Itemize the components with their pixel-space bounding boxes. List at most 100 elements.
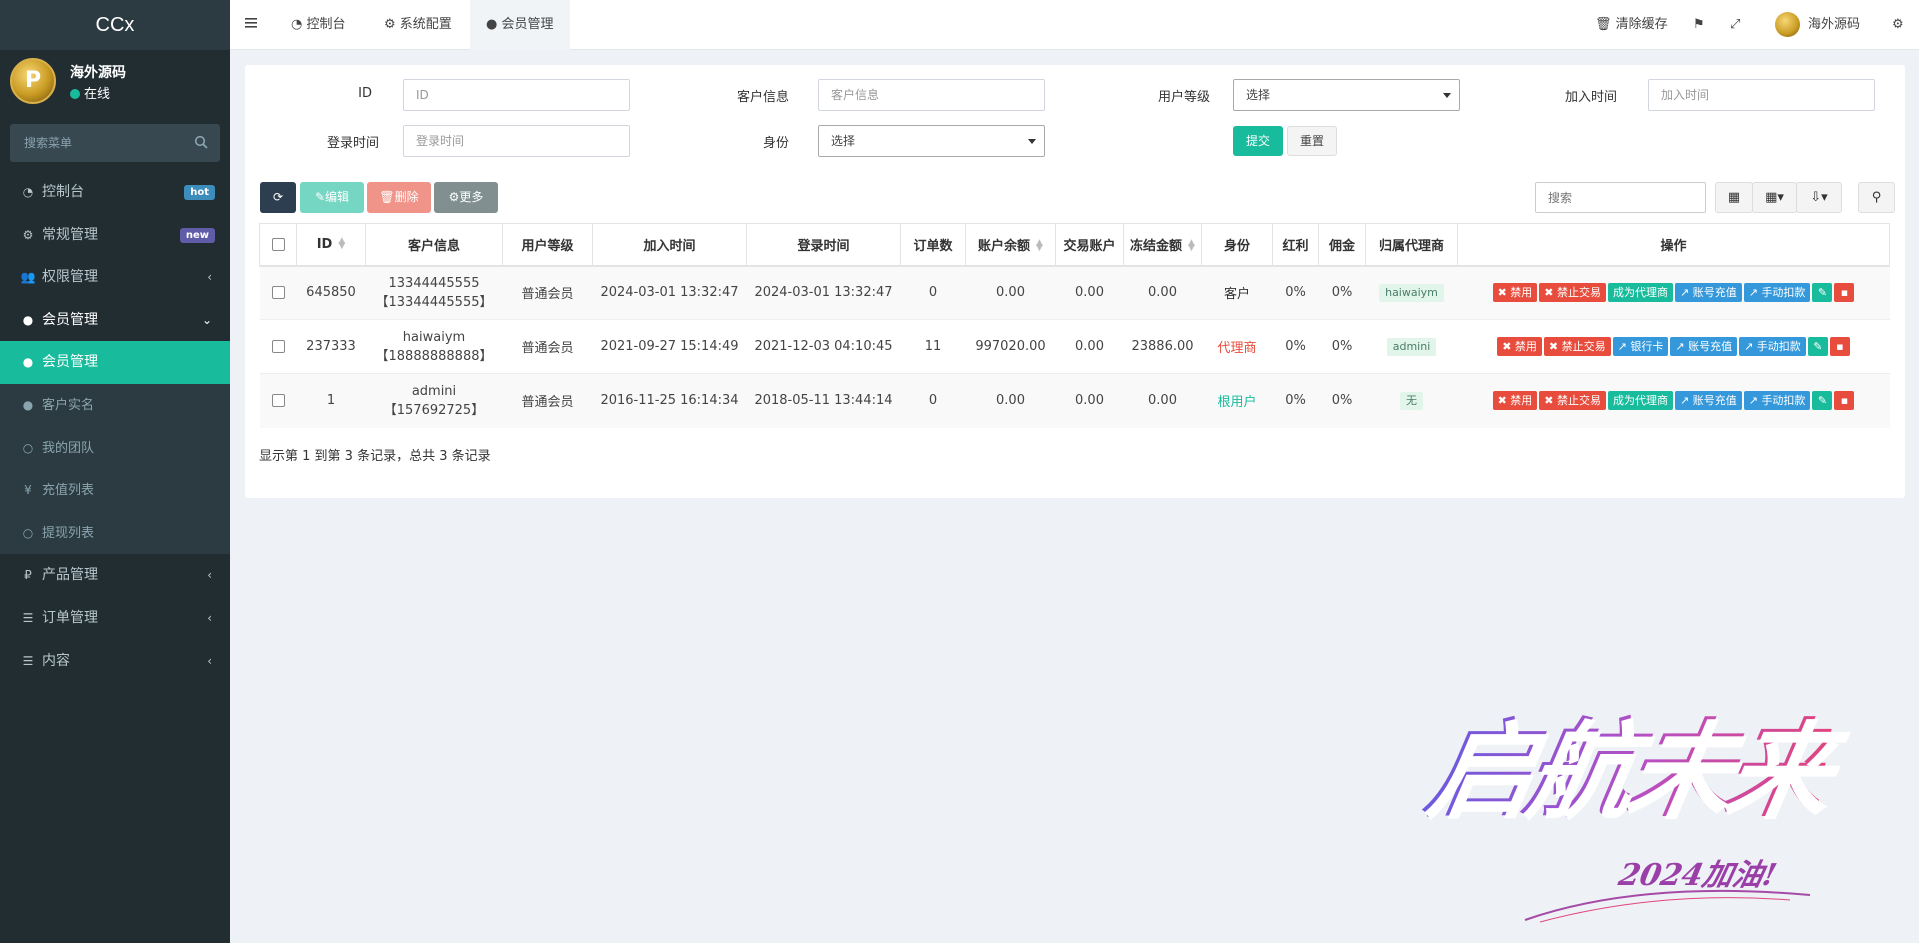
sidebar-item-withdraw[interactable]: ○ 提现列表 — [0, 511, 230, 555]
deduct-button[interactable]: ↗ 手动扣款 — [1743, 391, 1811, 411]
watermark-logo: 启航未来 2024加油! — [1418, 680, 1900, 930]
sidebar-item-auth[interactable]: 👥 权限管理 ‹ — [0, 256, 230, 299]
reset-button[interactable]: 重置 — [1287, 126, 1337, 156]
ban-trade-button[interactable]: ✖ 禁止交易 — [1543, 337, 1611, 356]
recharge-button[interactable]: ↗ 账号充值 — [1675, 283, 1742, 303]
columns-button[interactable]: ▦▾ — [1752, 182, 1797, 213]
clear-cache-button[interactable]: 🗑 清除缓存 — [1595, 0, 1668, 50]
become-agent-button[interactable]: 成为代理商 — [1608, 283, 1673, 303]
recharge-button[interactable]: ↗ 账号充值 — [1670, 337, 1738, 356]
agent-tag[interactable]: admini — [1386, 337, 1437, 356]
select-all-checkbox[interactable] — [271, 237, 285, 251]
col-id[interactable]: ID ▲ ▼ — [296, 223, 366, 267]
edit-pencil-icon[interactable]: ✎ — [1812, 391, 1833, 411]
level-select[interactable]: 选择 — [1233, 79, 1460, 111]
cell-login-time: 2018-05-11 13:44:14 — [746, 373, 901, 428]
sidebar-item-member-manage[interactable]: ● 会员管理 — [0, 341, 230, 384]
disable-button[interactable]: ✖ 禁用 — [1492, 283, 1538, 303]
cell-trade: 0.00 — [1055, 265, 1124, 320]
cell-balance: 0.00 — [965, 373, 1056, 428]
user-icon: ● — [486, 17, 498, 32]
row-select-cell — [259, 265, 297, 320]
sidebar-item-team[interactable]: ○ 我的团队 — [0, 426, 230, 470]
caret-down-icon — [1028, 139, 1036, 144]
identity-select[interactable]: 选择 — [818, 125, 1045, 157]
sort-icon: ▲ ▼ — [1036, 238, 1043, 254]
refresh-button[interactable]: ⟳ — [260, 182, 296, 213]
agent-tag[interactable]: haiwaiym — [1379, 283, 1444, 302]
ban-trade-button[interactable]: ✖ 禁止交易 — [1539, 391, 1606, 411]
delete-trash-icon[interactable]: ▪ — [1834, 283, 1855, 303]
sidebar-item-products[interactable]: ₽ 产品管理 ‹ — [0, 554, 230, 597]
settings-gear-icon[interactable]: ⚙ — [1892, 0, 1904, 50]
user-menu[interactable]: 海外源码 — [1775, 0, 1860, 50]
id-input[interactable] — [403, 79, 630, 111]
edit-button[interactable]: ✎编辑 — [300, 182, 364, 213]
customer-input[interactable] — [818, 79, 1045, 111]
toggle-view-button[interactable]: ▦ — [1715, 182, 1753, 213]
row-checkbox[interactable] — [271, 340, 285, 353]
sidebar-item-recharge[interactable]: ¥ 充值列表 — [0, 469, 230, 512]
col-trade-account: 交易账户 — [1055, 223, 1124, 267]
row-checkbox[interactable] — [271, 286, 285, 300]
language-icon[interactable]: ⚑ — [1693, 0, 1705, 50]
login-time-input[interactable] — [403, 125, 630, 157]
member-table: ID ▲ ▼ 客户信息 用户等级 加入时间 登录时间 订单数 账户余额 ▲ ▼ 交易账户… — [259, 223, 1890, 428]
col-balance[interactable]: 账户余额 ▲ ▼ — [965, 223, 1056, 267]
sidebar-item-content[interactable]: ☰ 内容 ‹ — [0, 640, 230, 683]
cell-agent: haiwaiym — [1365, 265, 1458, 320]
cell-id: 237333 — [296, 319, 366, 374]
col-frozen[interactable]: 冻结金额 ▲ ▼ — [1123, 223, 1202, 267]
disable-button[interactable]: ✖ 禁用 — [1492, 391, 1538, 411]
menu-toggle-icon[interactable] — [245, 16, 259, 30]
watermark-swoosh — [1524, 889, 1811, 923]
tab-dashboard[interactable]: ◔ 控制台 — [275, 0, 362, 50]
disable-button[interactable]: ✖ 禁用 — [1497, 337, 1542, 356]
tab-member-manage[interactable]: ● 会员管理 — [470, 0, 570, 50]
cell-customer: 13344445555 【13344445555】 — [365, 265, 503, 320]
edit-pencil-icon[interactable]: ✎ — [1812, 283, 1833, 303]
sidebar-item-realname[interactable]: ● 客户实名 — [0, 383, 230, 427]
avatar[interactable]: P — [10, 58, 56, 104]
edit-pencil-icon[interactable]: ✎ — [1807, 337, 1828, 356]
deduct-button[interactable]: ↗ 手动扣款 — [1743, 283, 1811, 303]
delete-button[interactable]: 🗑删除 — [367, 182, 431, 213]
advanced-search-button[interactable]: ⚲ — [1858, 182, 1895, 213]
cell-actions: ✖ 禁用 ✖ 禁止交易 ↗ 银行卡 ↗ 账号充值 ↗ 手动扣款 ✎ ▪ — [1457, 319, 1890, 374]
search-icon[interactable] — [194, 135, 208, 149]
row-checkbox[interactable] — [271, 394, 285, 408]
export-button[interactable]: ⇩▾ — [1796, 182, 1842, 213]
ban-trade-button[interactable]: ✖ 禁止交易 — [1539, 283, 1606, 303]
col-join-time: 加入时间 — [592, 223, 747, 267]
delete-trash-icon[interactable]: ▪ — [1829, 337, 1850, 356]
col-customer: 客户信息 — [365, 223, 503, 267]
cell-agent: admini — [1365, 319, 1458, 374]
fullscreen-icon[interactable]: ⤢ — [1730, 0, 1740, 50]
cell-frozen: 0.00 — [1123, 373, 1202, 428]
col-identity: 身份 — [1201, 223, 1273, 267]
sidebar: CCx P 海外源码 在线 ◔控制台hot ⚙常规管理new 👥权限管理‹ ●会… — [0, 0, 230, 943]
submit-button[interactable]: 提交 — [1233, 126, 1283, 156]
sidebar-item-dashboard[interactable]: ◔ 控制台 hot — [0, 171, 230, 214]
sidebar-item-members[interactable]: ● 会员管理 ⌄ — [0, 299, 230, 342]
become-agent-button[interactable]: 成为代理商 — [1608, 391, 1673, 411]
trash-icon: 🗑 — [1595, 17, 1612, 32]
cell-orders: 0 — [900, 265, 966, 320]
table-search-input[interactable] — [1535, 182, 1706, 213]
agent-tag[interactable]: 无 — [1400, 391, 1423, 410]
sidebar-item-general[interactable]: ⚙ 常规管理 new — [0, 214, 230, 257]
delete-trash-icon[interactable]: ▪ — [1834, 391, 1855, 411]
col-login-time: 登录时间 — [746, 223, 901, 267]
join-time-input[interactable] — [1648, 79, 1875, 111]
brand-logo[interactable]: CCx — [0, 0, 230, 50]
search-icon: ⚲ — [1871, 190, 1882, 205]
cell-login-time: 2024-03-01 13:32:47 — [746, 265, 901, 320]
bank-card-button[interactable]: ↗ 银行卡 — [1612, 337, 1669, 356]
deduct-button[interactable]: ↗ 手动扣款 — [1739, 337, 1806, 356]
recharge-button[interactable]: ↗ 账号充值 — [1675, 391, 1742, 411]
sidebar-search-input[interactable] — [10, 124, 180, 162]
sidebar-item-orders[interactable]: ☰ 订单管理 ‹ — [0, 597, 230, 640]
cell-level: 普通会员 — [502, 319, 593, 374]
tab-system-config[interactable]: ⚙ 系统配置 — [368, 0, 468, 50]
more-button[interactable]: ⚙更多 — [434, 182, 498, 213]
